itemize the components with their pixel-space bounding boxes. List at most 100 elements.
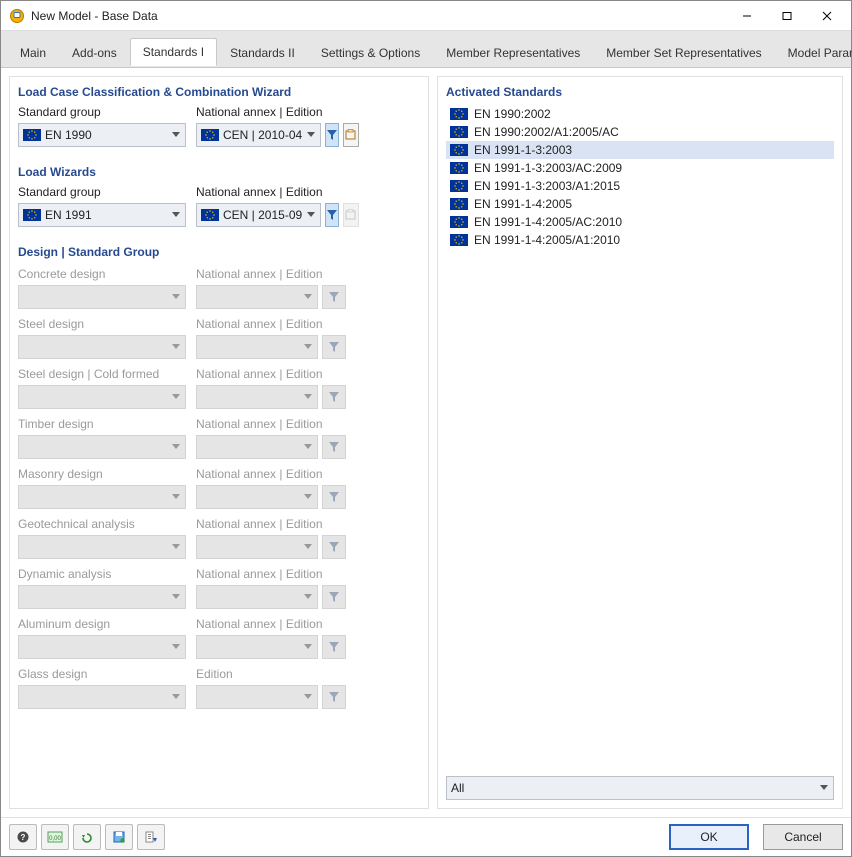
select-std-group-1[interactable]: EN 1990 (18, 123, 186, 147)
activated-standard-item[interactable]: EN 1991-1-4:2005/A1:2010 (446, 231, 834, 249)
eu-flag-icon (450, 126, 468, 138)
tab-settings-options[interactable]: Settings & Options (308, 39, 433, 66)
activated-standard-item[interactable]: EN 1991-1-4:2005 (446, 195, 834, 213)
tab-member-representatives[interactable]: Member Representatives (433, 39, 593, 66)
reset-button[interactable] (73, 824, 101, 850)
chevron-down-icon (303, 494, 313, 500)
save-template-button[interactable] (105, 824, 133, 850)
chevron-down-icon (171, 444, 181, 450)
help-button[interactable]: ? (9, 824, 37, 850)
design-row-annex-select (196, 685, 318, 709)
chevron-down-icon (306, 132, 316, 138)
select-std-group-2[interactable]: EN 1991 (18, 203, 186, 227)
design-row-annex-select (196, 635, 318, 659)
right-panel: Activated Standards EN 1990:2002 EN 1990… (437, 76, 843, 809)
activated-standard-label: EN 1991-1-3:2003/AC:2009 (474, 161, 622, 175)
eu-flag-icon (23, 209, 41, 221)
design-row-select (18, 535, 186, 559)
chevron-down-icon (171, 294, 181, 300)
chevron-down-icon (171, 694, 181, 700)
select-annex-1[interactable]: CEN | 2010-04 (196, 123, 321, 147)
tab-model-parameters[interactable]: Model Parameters (775, 39, 852, 66)
design-row-label: Aluminum design (18, 617, 186, 631)
label-annex-2: National annex | Edition (196, 185, 346, 199)
eu-flag-icon (201, 209, 219, 221)
activated-standard-item[interactable]: EN 1991-1-3:2003/AC:2009 (446, 159, 834, 177)
filter-button-1[interactable] (325, 123, 339, 147)
export-button[interactable] (137, 824, 165, 850)
activated-standards-title: Activated Standards (446, 85, 834, 99)
design-row-select (18, 435, 186, 459)
activated-standard-item[interactable]: EN 1991-1-3:2003 (446, 141, 834, 159)
open-standard-button-1[interactable] (343, 123, 359, 147)
eu-flag-icon (450, 216, 468, 228)
design-row-select (18, 385, 186, 409)
design-row-filter-button (322, 435, 346, 459)
ok-button[interactable]: OK (669, 824, 749, 850)
design-row-select (18, 685, 186, 709)
tab-addons[interactable]: Add-ons (59, 39, 130, 66)
design-row-annex-label: National annex | Edition (196, 567, 346, 581)
activated-standard-item[interactable]: EN 1991-1-3:2003/A1:2015 (446, 177, 834, 195)
design-row-annex-select (196, 435, 318, 459)
design-row-filter-button (322, 335, 346, 359)
tab-main[interactable]: Main (7, 39, 59, 66)
chevron-down-icon (303, 644, 313, 650)
svg-text:0,00: 0,00 (49, 836, 61, 842)
activated-standard-label: EN 1990:2002/A1:2005/AC (474, 125, 619, 139)
design-row-select (18, 635, 186, 659)
design-row-annex-label: National annex | Edition (196, 517, 346, 531)
design-row-annex-label: National annex | Edition (196, 467, 346, 481)
window-title: New Model - Base Data (31, 9, 727, 23)
chevron-down-icon (303, 294, 313, 300)
tab-standards-ii[interactable]: Standards II (217, 39, 308, 66)
eu-flag-icon (450, 108, 468, 120)
label-std-group-1: Standard group (18, 105, 186, 119)
maximize-button[interactable] (767, 1, 807, 31)
select-annex-2[interactable]: CEN | 2015-09 (196, 203, 321, 227)
units-button[interactable]: 0,00 (41, 824, 69, 850)
content-area: Load Case Classification & Combination W… (1, 67, 851, 817)
chevron-down-icon (171, 344, 181, 350)
tab-member-set-representatives[interactable]: Member Set Representatives (593, 39, 774, 66)
design-row-annex-label: National annex | Edition (196, 617, 346, 631)
minimize-button[interactable] (727, 1, 767, 31)
design-row-label: Masonry design (18, 467, 186, 481)
close-button[interactable] (807, 1, 847, 31)
activated-standard-item[interactable]: EN 1991-1-4:2005/AC:2010 (446, 213, 834, 231)
design-row-select (18, 285, 186, 309)
design-row-label: Concrete design (18, 267, 186, 281)
eu-flag-icon (450, 162, 468, 174)
label-annex-1: National annex | Edition (196, 105, 346, 119)
design-row-filter-button (322, 585, 346, 609)
eu-flag-icon (450, 234, 468, 246)
design-row-annex-label: National annex | Edition (196, 417, 346, 431)
chevron-down-icon (303, 344, 313, 350)
tab-strip: Main Add-ons Standards I Standards II Se… (1, 31, 851, 67)
open-standard-button-2 (343, 203, 359, 227)
chevron-down-icon (171, 212, 181, 218)
design-row-annex-select (196, 385, 318, 409)
activated-filter-select[interactable]: All (446, 776, 834, 800)
design-row-label: Dynamic analysis (18, 567, 186, 581)
bottom-toolbar: ? 0,00 OK Cancel (1, 817, 851, 856)
activated-standard-label: EN 1991-1-3:2003/A1:2015 (474, 179, 620, 193)
design-row-annex-select (196, 285, 318, 309)
activated-standard-item[interactable]: EN 1990:2002 (446, 105, 834, 123)
tab-standards-i[interactable]: Standards I (130, 38, 217, 66)
design-row-annex-select (196, 485, 318, 509)
chevron-down-icon (171, 594, 181, 600)
design-row-select (18, 585, 186, 609)
activated-standard-item[interactable]: EN 1990:2002/A1:2005/AC (446, 123, 834, 141)
chevron-down-icon (303, 694, 313, 700)
section-design-title: Design | Standard Group (18, 245, 420, 259)
cancel-button[interactable]: Cancel (763, 824, 843, 850)
filter-button-2[interactable] (325, 203, 339, 227)
design-row-select (18, 485, 186, 509)
design-row-filter-button (322, 285, 346, 309)
eu-flag-icon (23, 129, 41, 141)
design-row-filter-button (322, 535, 346, 559)
svg-text:?: ? (21, 833, 26, 842)
left-panel: Load Case Classification & Combination W… (9, 76, 429, 809)
chevron-down-icon (303, 394, 313, 400)
